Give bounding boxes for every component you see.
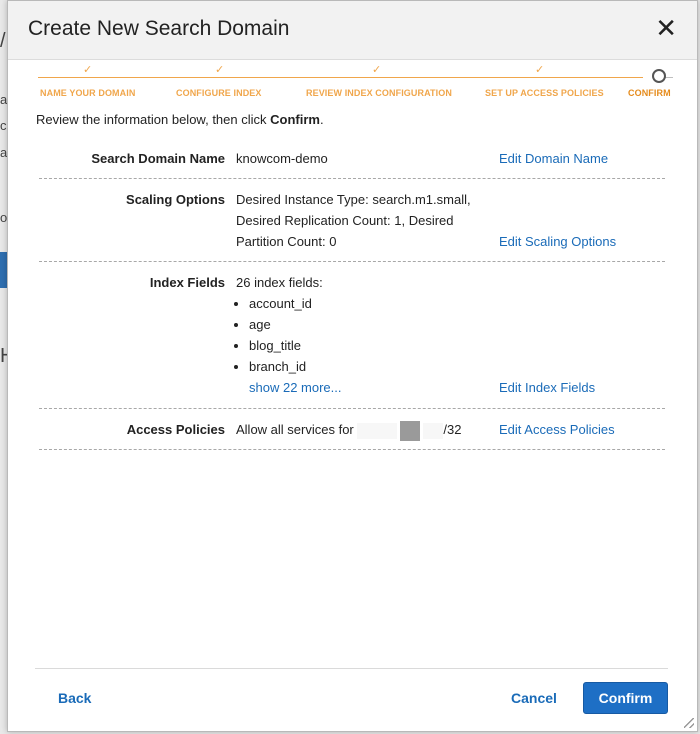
index-field-item: branch_id — [249, 356, 342, 377]
review-row-access-policies: Access Policies Allow all services for /… — [39, 409, 665, 450]
scaling-options-label: Scaling Options — [126, 192, 225, 207]
scaling-line: Desired Replication Count: 1, Desired — [236, 213, 454, 228]
index-fields-value: 26 index fields: account_id age blog_tit… — [236, 272, 342, 398]
index-fields-list: account_id age blog_title branch_id — [236, 293, 342, 377]
intro-text: Review the information below, then click… — [36, 112, 324, 127]
dialog-title: Create New Search Domain — [28, 17, 290, 40]
create-search-domain-dialog: Create New Search Domain ✕ ✓ NAME YOUR D… — [7, 0, 698, 732]
check-icon: ✓ — [372, 64, 382, 76]
review-row-domain-name: Search Domain Name knowcom-demo Edit Dom… — [39, 138, 665, 179]
review-row-scaling-options: Scaling Options Desired Instance Type: s… — [39, 179, 665, 262]
access-policies-prefix: Allow all services for — [236, 422, 354, 437]
access-policies-label: Access Policies — [126, 422, 225, 437]
edit-domain-name-link[interactable]: Edit Domain Name — [499, 151, 608, 166]
footer-divider — [35, 668, 668, 669]
wizard-steps: ✓ NAME YOUR DOMAIN ✓ CONFIGURE INDEX ✓ R… — [38, 63, 678, 103]
intro-text-main: Review the information below, then click — [36, 112, 271, 127]
resize-handle[interactable] — [684, 718, 694, 728]
background-text: c — [0, 118, 7, 133]
progress-line — [38, 77, 643, 78]
step-label: REVIEW INDEX CONFIGURATION — [306, 88, 452, 98]
scaling-line: Partition Count: 0 — [236, 234, 337, 249]
dialog-header: Create New Search Domain ✕ — [8, 1, 697, 60]
current-step-indicator — [652, 69, 666, 83]
check-icon: ✓ — [215, 64, 225, 76]
edit-index-fields-link[interactable]: Edit Index Fields — [499, 380, 595, 395]
scaling-line: Desired Instance Type: search.m1.small, — [236, 192, 471, 207]
redacted-region — [357, 422, 398, 439]
index-field-item: account_id — [249, 293, 342, 314]
index-field-item: blog_title — [249, 335, 342, 356]
index-field-item: age — [249, 314, 342, 335]
access-policies-value: Allow all services for /32 — [236, 419, 461, 441]
check-icon: ✓ — [535, 64, 545, 76]
review-row-index-fields: Index Fields 26 index fields: account_id… — [39, 262, 665, 409]
index-fields-label: Index Fields — [149, 275, 225, 290]
back-button[interactable]: Back — [58, 690, 91, 706]
edit-access-policies-link[interactable]: Edit Access Policies — [499, 422, 615, 437]
scaling-options-value: Desired Instance Type: search.m1.small, … — [236, 189, 471, 252]
intro-text-end: . — [319, 112, 324, 127]
cancel-button[interactable]: Cancel — [511, 690, 557, 706]
step-label: CONFIGURE INDEX — [176, 88, 262, 98]
edit-scaling-options-link[interactable]: Edit Scaling Options — [499, 234, 616, 249]
step-label: SET UP ACCESS POLICIES — [485, 88, 604, 98]
domain-name-value: knowcom-demo — [236, 151, 328, 166]
domain-name-label: Search Domain Name — [91, 151, 225, 166]
show-more-link[interactable]: show 22 more... — [236, 377, 342, 398]
redacted-block — [400, 420, 421, 441]
index-fields-summary: 26 index fields: — [236, 275, 323, 290]
confirm-button[interactable]: Confirm — [583, 682, 668, 714]
close-icon[interactable]: ✕ — [655, 15, 677, 41]
check-icon: ✓ — [83, 64, 93, 76]
background-text: / — [0, 30, 6, 52]
step-label: NAME YOUR DOMAIN — [40, 88, 136, 98]
access-policies-suffix: /32 — [443, 422, 462, 437]
step-label: CONFIRM — [628, 88, 671, 98]
intro-text-bold: Confirm — [270, 112, 320, 127]
redacted-region — [423, 422, 444, 439]
